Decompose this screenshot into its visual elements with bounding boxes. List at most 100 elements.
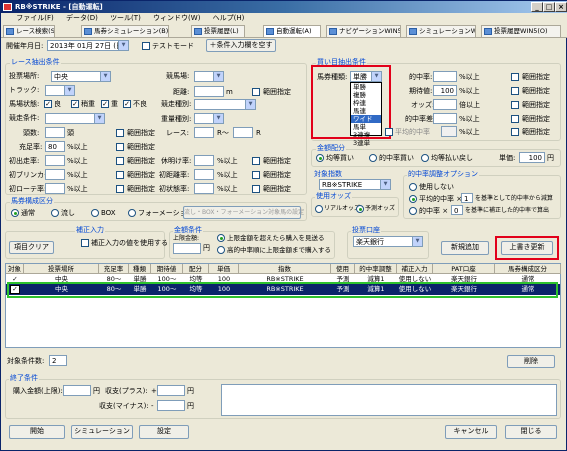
col-header[interactable]: 使用 (331, 264, 355, 274)
race-to-input[interactable] (233, 127, 253, 138)
clear-items-button[interactable]: 項目クリア (9, 241, 54, 254)
menu-tools[interactable]: ツール(T) (105, 13, 146, 24)
tab-race-search[interactable]: レース検索(S) (3, 25, 55, 38)
col-header[interactable]: 充足率 (99, 264, 129, 274)
cond-bad-checkbox[interactable]: ✓ (123, 100, 131, 108)
odds-range-checkbox[interactable] (511, 101, 519, 109)
col-header[interactable]: 補正入力 (397, 264, 433, 274)
tab-simulation-win5[interactable]: シミュレーションWIN5(M) (406, 25, 476, 38)
menu-file[interactable]: ファイル(F) (11, 13, 59, 24)
first-blinker-input[interactable] (45, 169, 65, 180)
add-condition-button[interactable]: ＋条件入力欄を空す (206, 39, 276, 52)
buy-limit-input[interactable] (63, 385, 91, 396)
tab-simulation[interactable]: 馬券シミュレーション(B) (81, 25, 169, 38)
limit-input[interactable] (173, 243, 201, 254)
real-odds-radio[interactable] (315, 205, 323, 213)
money-refund-radio[interactable] (421, 154, 429, 162)
simulation-button[interactable]: シミュレーション (71, 425, 133, 439)
race-from-input[interactable] (194, 127, 214, 138)
first-status-range-checkbox[interactable] (252, 185, 260, 193)
col-header[interactable]: 指数 (239, 264, 331, 274)
race-type-select[interactable]: ▼ (194, 99, 256, 110)
first-class-range-checkbox[interactable] (116, 185, 124, 193)
hit-rate-range-checkbox[interactable] (511, 73, 519, 81)
format-box-radio[interactable] (91, 209, 99, 217)
money-hit-radio[interactable] (369, 154, 377, 162)
col-header[interactable]: 馬券構成区分 (495, 264, 561, 274)
test-mode-checkbox[interactable] (142, 42, 150, 50)
first-class-input[interactable] (45, 183, 65, 194)
start-button[interactable]: 開始 (9, 425, 65, 439)
col-header[interactable]: 種類 (129, 264, 151, 274)
tab-vote-history[interactable]: 投票履歴(L) (191, 25, 245, 38)
hit-diff-range-checkbox[interactable] (511, 115, 519, 123)
menu-window[interactable]: ウィンドウ(W) (148, 13, 205, 24)
track-select[interactable]: ▼ (45, 85, 75, 96)
hit-option-none-radio[interactable] (409, 183, 417, 191)
hit-diff-input[interactable] (433, 113, 457, 124)
forecast-odds-radio[interactable] (356, 205, 364, 213)
hit-option-rate-radio[interactable] (409, 207, 417, 215)
menu-data[interactable]: データ(D) (61, 13, 103, 24)
col-header[interactable]: 単価 (209, 264, 239, 274)
rest-input[interactable] (194, 155, 214, 166)
date-picker[interactable]: 2013年 01月 27日 (日) ▼ (47, 40, 129, 51)
hit-option-rate-input[interactable]: 0 (451, 205, 463, 215)
settings-button[interactable]: 設定 (139, 425, 189, 439)
maximize-button[interactable]: □ (543, 2, 555, 12)
hit-option-avg-radio[interactable] (409, 195, 417, 203)
log-textarea[interactable] (221, 384, 557, 416)
first-blinker-range-checkbox[interactable] (116, 171, 124, 179)
first-distance-range-checkbox[interactable] (252, 171, 260, 179)
avg-hit-range-checkbox[interactable] (511, 128, 519, 136)
cond-slightly-checkbox[interactable]: ✓ (71, 100, 79, 108)
head-range-checkbox[interactable] (116, 129, 124, 137)
correction-checkbox[interactable] (81, 239, 89, 247)
flow-target-settings-button[interactable]: 流し・BOX・フォーメーション対象馬の設定 (183, 206, 304, 219)
hit-rate-input[interactable] (433, 71, 457, 82)
close-button[interactable]: × (555, 2, 567, 12)
first-status-input[interactable] (194, 183, 214, 194)
distance-input[interactable] (194, 86, 224, 97)
format-normal-radio[interactable] (11, 209, 19, 217)
expected-range-checkbox[interactable] (511, 87, 519, 95)
limit-fill-radio[interactable] (217, 246, 225, 254)
fill-range-checkbox[interactable] (116, 143, 124, 151)
odds-input[interactable] (433, 99, 457, 110)
col-header[interactable]: 的中率調整 (355, 264, 397, 274)
profit-minus-input[interactable] (157, 400, 185, 411)
money-equal-radio[interactable] (316, 154, 324, 162)
cond-heavy-checkbox[interactable]: ✓ (101, 100, 109, 108)
minimize-button[interactable]: _ (531, 2, 543, 12)
hit-option-avg-input[interactable]: 1 (461, 193, 473, 203)
col-header[interactable]: 対象 (6, 264, 24, 274)
rest-range-checkbox[interactable] (252, 157, 260, 165)
format-flow-radio[interactable] (51, 209, 59, 217)
delete-button[interactable]: 削除 (507, 355, 555, 368)
first-distance-input[interactable] (194, 169, 214, 180)
head-count-input[interactable] (45, 127, 65, 138)
col-header[interactable]: 投票場所 (24, 264, 99, 274)
col-header[interactable]: 配分 (183, 264, 209, 274)
col-header[interactable]: 期待値 (151, 264, 183, 274)
col-header[interactable]: PAT口座 (433, 264, 495, 274)
distance-range-checkbox[interactable] (252, 88, 260, 96)
first-run-range-checkbox[interactable] (116, 157, 124, 165)
weight-select[interactable]: ▼ (194, 113, 224, 124)
tab-navigation-win5[interactable]: ナビゲーションWIN5(N) (326, 25, 401, 38)
venue-select[interactable]: 中央 ▼ (51, 71, 111, 82)
racecourse-select[interactable]: ▼ (194, 71, 224, 82)
dropdown-item[interactable]: 3連単 (351, 139, 381, 147)
cancel-button[interactable]: キャンセル (445, 425, 497, 439)
tab-vote-history-win5[interactable]: 投票履歴WIN5(O) (481, 25, 561, 38)
first-run-input[interactable] (45, 155, 65, 166)
menu-help[interactable]: ヘルプ(H) (208, 13, 250, 24)
avg-hit-input[interactable] (441, 126, 457, 137)
new-add-button[interactable]: 新規追加 (441, 241, 489, 255)
cond-good-checkbox[interactable]: ✓ (44, 100, 52, 108)
format-formation-radio[interactable] (128, 209, 136, 217)
unit-price-input[interactable]: 100 (519, 152, 545, 163)
fill-rate-input[interactable]: 80 (45, 141, 65, 152)
profit-plus-input[interactable] (157, 385, 185, 396)
expected-value-input[interactable]: 100 (433, 85, 457, 96)
